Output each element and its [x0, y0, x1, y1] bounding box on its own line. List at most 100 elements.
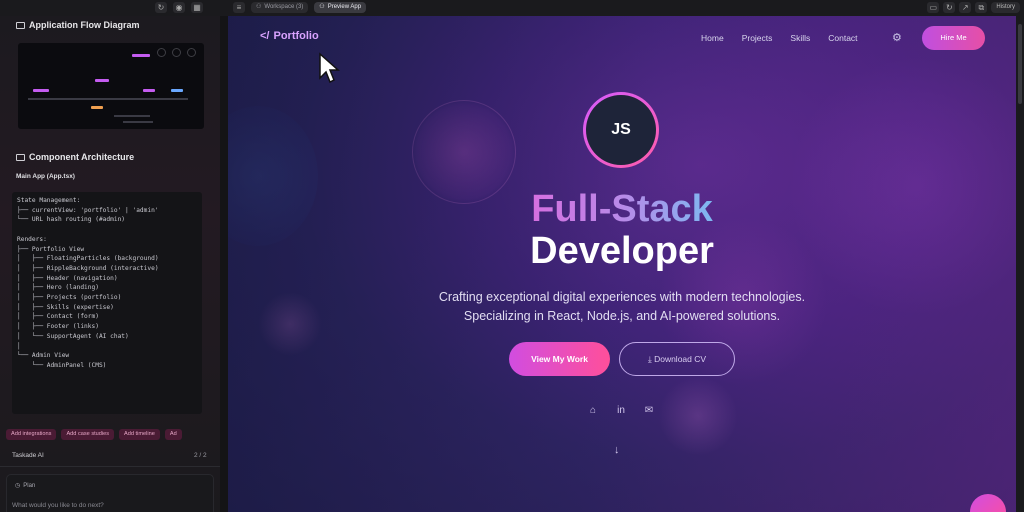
- mouse-cursor-icon: [319, 52, 340, 84]
- suggestion-chips: Add integrations Add case studies Add ti…: [6, 429, 182, 440]
- code-line: │ └── SupportAgent (AI chat): [17, 332, 129, 340]
- code-line: ├── Portfolio View: [17, 245, 85, 253]
- panel-toolbar: ↻ ◉ ▦: [155, 2, 203, 13]
- eye-icon[interactable]: ◉: [173, 2, 185, 13]
- menu-icon[interactable]: ≡: [233, 2, 245, 13]
- app-root: ↻ ◉ ▦ ≡ ⚇ Workspace (3) ⚇ Preview App ▭ …: [0, 0, 1024, 512]
- components-section-title: Component Architecture: [16, 152, 134, 162]
- task-label: Taskade AI: [12, 452, 44, 459]
- task-count: 2 / 2: [194, 452, 207, 459]
- chat-composer[interactable]: ◷ Plan What would you like to do next?: [6, 474, 214, 512]
- diagram-node: [143, 89, 155, 92]
- tab-preview[interactable]: ⚇ Preview App: [314, 2, 367, 13]
- view-my-work-button[interactable]: View My Work: [509, 342, 610, 376]
- chat-input[interactable]: What would you like to do next?: [12, 502, 104, 509]
- nav-projects[interactable]: Projects: [742, 33, 773, 43]
- diagram-section-title: Application Flow Diagram: [16, 20, 140, 30]
- download-cv-button[interactable]: ⤓ Download CV: [619, 342, 735, 376]
- logo-text: Portfolio: [273, 30, 319, 42]
- chip-more[interactable]: Ad: [164, 429, 182, 440]
- chip-add-integrations[interactable]: Add integrations: [6, 429, 57, 440]
- fullscreen-icon[interactable]: [187, 48, 196, 57]
- decorative-orb: [658, 376, 738, 456]
- github-icon[interactable]: ⌂: [586, 404, 600, 418]
- hire-me-button[interactable]: Hire Me: [922, 26, 985, 50]
- flow-diagram[interactable]: [18, 43, 204, 129]
- diagram-edge: [114, 115, 150, 117]
- download-icon: ⤓: [647, 354, 652, 364]
- diagram-edge: [123, 121, 153, 123]
- avatar: JS: [583, 92, 659, 168]
- code-line: │ ├── Header (navigation): [17, 274, 118, 282]
- subtitle-line-2: Specializing in React, Node.js, and AI-p…: [463, 309, 781, 323]
- components-title: Component Architecture: [29, 152, 135, 162]
- preview-icon: ⚇: [319, 4, 325, 10]
- code-line: │ ├── Contact (form): [17, 313, 99, 321]
- download-cv-label: Download CV: [654, 354, 707, 364]
- code-line: │ ├── RippleBackground (interactive): [17, 264, 159, 272]
- workspace-icon: ⚇: [256, 4, 262, 10]
- code-line: │ ├── Hero (landing): [17, 284, 99, 292]
- mail-icon[interactable]: ✉: [642, 404, 656, 418]
- code-line: └── Admin View: [17, 352, 70, 360]
- diagram-node: [91, 106, 103, 109]
- diagram-node: [171, 89, 183, 92]
- chip-add-case-studies[interactable]: Add case studies: [61, 429, 115, 440]
- support-chat-button[interactable]: [970, 494, 1006, 512]
- arrow-down-icon[interactable]: ↓: [614, 444, 620, 456]
- linkedin-icon[interactable]: in: [614, 404, 628, 418]
- refresh-icon[interactable]: ↻: [155, 2, 167, 13]
- headline-white: Developer: [530, 230, 714, 272]
- layout-icon[interactable]: ▦: [191, 2, 203, 13]
- left-panel: Application Flow Diagram Component Archi…: [0, 16, 220, 512]
- diagram-node: [95, 79, 109, 82]
- copy-icon[interactable]: ⧉: [975, 2, 988, 13]
- app-preview: </ Portfolio Home Projects Skills Contac…: [228, 16, 1016, 512]
- main-nav: Home Projects Skills Contact: [701, 33, 858, 43]
- architecture-icon: [16, 153, 25, 161]
- reload-icon[interactable]: ↻: [943, 2, 956, 13]
- nav-contact[interactable]: Contact: [828, 33, 857, 43]
- code-line: │ ├── FloatingParticles (background): [17, 255, 159, 263]
- history-button[interactable]: History: [991, 2, 1020, 13]
- diagram-icon: [16, 21, 25, 29]
- mode-label: Plan: [23, 482, 36, 489]
- diagram-node: [33, 89, 49, 92]
- mode-selector[interactable]: ◷ Plan: [15, 482, 36, 490]
- diagram-node: [132, 54, 150, 57]
- code-line: Renders:: [17, 235, 47, 243]
- avatar-initials: JS: [586, 95, 656, 165]
- code-line: │ ├── Footer (links): [17, 323, 99, 331]
- code-icon: </: [260, 30, 270, 42]
- code-line: State Management:: [17, 197, 81, 204]
- nav-home[interactable]: Home: [701, 33, 724, 43]
- top-bar: ↻ ◉ ▦ ≡ ⚇ Workspace (3) ⚇ Preview App ▭ …: [0, 0, 1024, 16]
- diagram-edge: [28, 98, 188, 100]
- headline-gradient: Full-Stack: [531, 188, 713, 230]
- tab-workspace-label: Workspace (3): [264, 4, 304, 10]
- tab-preview-label: Preview App: [327, 4, 362, 10]
- social-links: ⌂ in ✉: [586, 404, 656, 418]
- code-line: └── AdminPanel (CMS): [17, 361, 107, 369]
- monitor-icon[interactable]: ▭: [927, 2, 940, 13]
- main-app-label: Main App (App.tsx): [16, 173, 75, 180]
- scrollbar[interactable]: [1016, 16, 1024, 512]
- architecture-code-block: State Management: ├── currentView: 'portf…: [12, 192, 202, 414]
- clock-icon: ◷: [15, 483, 21, 489]
- zoom-in-icon[interactable]: [157, 48, 166, 57]
- logo[interactable]: </ Portfolio: [260, 30, 319, 42]
- scrollbar-thumb[interactable]: [1018, 24, 1022, 104]
- divider: [0, 466, 220, 467]
- code-line: │: [17, 342, 21, 350]
- view-tabs: ≡ ⚇ Workspace (3) ⚇ Preview App: [233, 2, 367, 13]
- settings-icon[interactable]: ⚙: [892, 31, 902, 44]
- tab-workspace[interactable]: ⚇ Workspace (3): [251, 2, 309, 13]
- code-line: ├── currentView: 'portfolio' | 'admin': [17, 206, 159, 214]
- topbar-actions: ▭ ↻ ↗ ⧉ History: [927, 2, 1020, 13]
- nav-skills[interactable]: Skills: [790, 33, 810, 43]
- external-link-icon[interactable]: ↗: [959, 2, 972, 13]
- chip-add-timeline[interactable]: Add timeline: [119, 429, 160, 440]
- zoom-out-icon[interactable]: [172, 48, 181, 57]
- diagram-title: Application Flow Diagram: [29, 20, 140, 30]
